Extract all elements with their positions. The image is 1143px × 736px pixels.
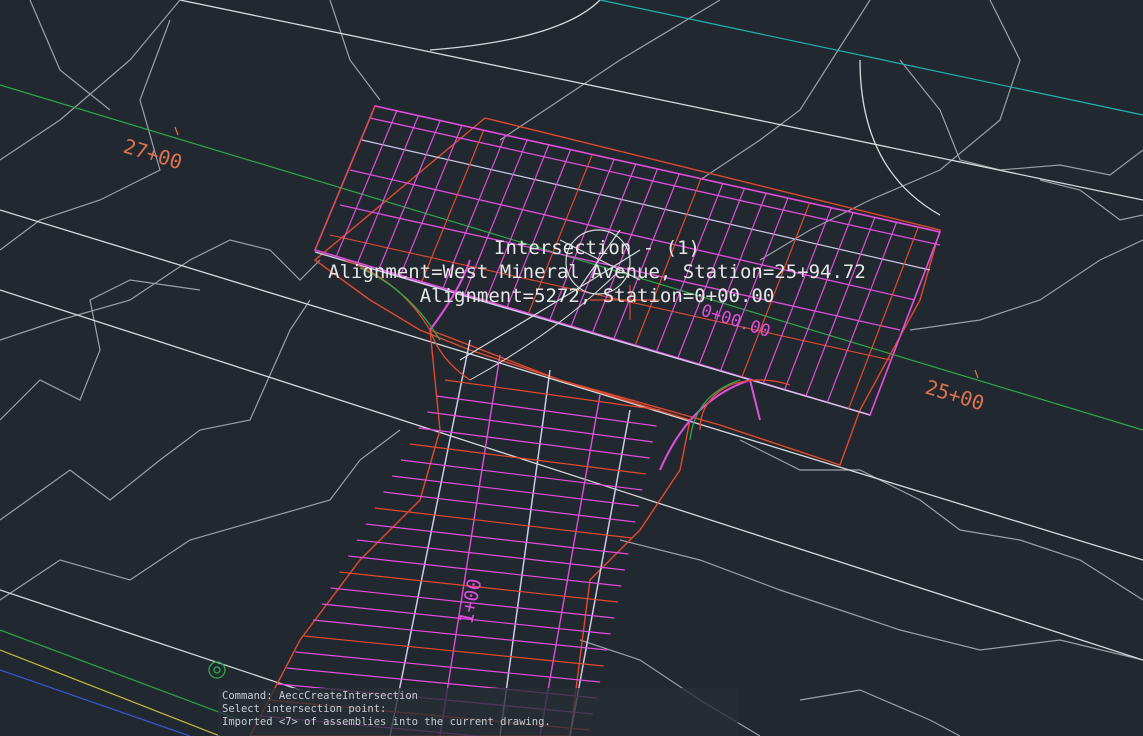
command-line-entry: Imported <7> of assemblies into the curr… bbox=[222, 716, 734, 729]
corridor-tick bbox=[358, 116, 419, 263]
intersection-annotation: Intersection - (1) Alignment=West Minera… bbox=[328, 237, 866, 307]
corridor-tick bbox=[383, 492, 635, 522]
ucs-marker-icon bbox=[209, 662, 225, 678]
corridor-side-road bbox=[250, 250, 760, 736]
corridor-tick bbox=[357, 540, 625, 570]
corridor-tick bbox=[366, 524, 629, 554]
corridor-tick bbox=[422, 130, 484, 282]
corridor-tick bbox=[336, 111, 396, 257]
corridor-tick bbox=[375, 508, 632, 538]
corridor-side-ticks bbox=[260, 380, 660, 736]
station-label-2700: 27+00 bbox=[121, 134, 186, 175]
annotation-line-3: Alignment=5272, Station=0+00.00 bbox=[420, 285, 775, 307]
road-edge-lines bbox=[0, 0, 1143, 690]
station-label-2500: 25+00 bbox=[923, 375, 988, 416]
corridor-tick bbox=[392, 476, 639, 506]
annotation-line-2: Alignment=West Mineral Avenue, Station=2… bbox=[328, 261, 866, 283]
command-line-history[interactable]: Command: AeccCreateIntersection Select i… bbox=[218, 688, 738, 736]
command-line-entry: Select intersection point: bbox=[222, 703, 734, 716]
corridor-tick bbox=[419, 428, 650, 458]
corridor-tick bbox=[401, 460, 642, 490]
corridor-tick bbox=[507, 150, 570, 308]
corridor-tick bbox=[445, 380, 660, 410]
corridor-tick bbox=[379, 121, 440, 270]
command-line-entry: Command: AeccCreateIntersection bbox=[222, 690, 734, 703]
corridor-tick bbox=[313, 620, 607, 650]
corridor-tick bbox=[315, 106, 375, 250]
drawing-viewport[interactable]: 27+00 25+00 1+00 0+00.00 Intersection - … bbox=[0, 0, 1143, 736]
corridor-tick bbox=[304, 636, 603, 666]
contour-lines bbox=[0, 0, 1143, 736]
station-label-0100: 1+00 bbox=[455, 577, 486, 626]
corridor-tick bbox=[400, 125, 462, 275]
alignment-lines bbox=[0, 0, 1143, 736]
annotation-line-1: Intersection - (1) bbox=[494, 237, 700, 259]
